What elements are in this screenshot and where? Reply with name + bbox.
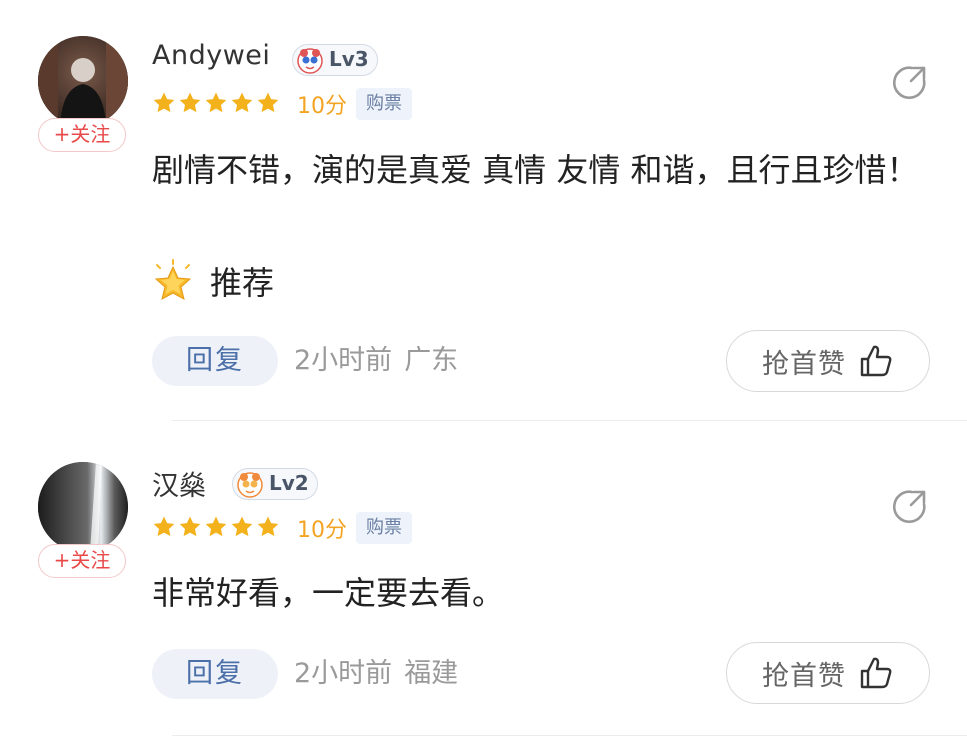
thumbs-up-icon bbox=[860, 345, 892, 377]
divider bbox=[172, 420, 967, 421]
sparkle-star-icon bbox=[154, 258, 192, 300]
location: 福建 bbox=[404, 658, 459, 689]
star-icon bbox=[205, 516, 227, 537]
reply-button[interactable]: 回复 bbox=[152, 649, 278, 699]
star-icon bbox=[153, 92, 175, 113]
star-icon bbox=[257, 516, 279, 537]
level-text: Lv2 bbox=[269, 471, 309, 495]
level-badge: Lv2 bbox=[232, 468, 318, 500]
share-icon[interactable] bbox=[890, 486, 930, 526]
recommend-line: 推荐 bbox=[152, 253, 274, 308]
mascot-badge-icon bbox=[296, 46, 324, 82]
reply-button[interactable]: 回复 bbox=[152, 336, 278, 386]
score: 10分 bbox=[297, 518, 347, 543]
star-icon bbox=[257, 92, 279, 113]
comment-text: 非常好看，一定要去看。 bbox=[152, 574, 505, 612]
comment-item: +关注 Andywei Lv3 10分 购票 剧情不错，演的是真爱 真情 友情 … bbox=[0, 0, 967, 422]
share-icon[interactable] bbox=[890, 62, 930, 102]
thumbs-up-icon bbox=[860, 657, 892, 689]
like-button[interactable]: 抢首赞 bbox=[726, 642, 930, 704]
like-button[interactable]: 抢首赞 bbox=[726, 330, 930, 392]
username[interactable]: Andywei bbox=[152, 40, 270, 71]
ticket-tag: 购票 bbox=[356, 88, 412, 120]
timestamp: 2小时前 bbox=[294, 345, 393, 376]
star-icon bbox=[179, 92, 201, 113]
like-label: 抢首赞 bbox=[762, 348, 846, 380]
location: 广东 bbox=[404, 345, 459, 376]
star-icon bbox=[231, 516, 253, 537]
avatar[interactable] bbox=[38, 36, 128, 126]
like-label: 抢首赞 bbox=[762, 660, 846, 692]
star-icon bbox=[231, 92, 253, 113]
avatar[interactable] bbox=[38, 462, 128, 552]
level-text: Lv3 bbox=[329, 47, 369, 71]
level-badge: Lv3 bbox=[292, 44, 378, 76]
comment-meta: 2小时前 广东 bbox=[294, 336, 458, 386]
rating-stars bbox=[152, 514, 282, 540]
follow-button[interactable]: +关注 bbox=[38, 118, 126, 152]
recommend-text: 推荐 bbox=[210, 263, 275, 302]
star-icon bbox=[179, 516, 201, 537]
follow-button[interactable]: +关注 bbox=[38, 544, 126, 578]
username[interactable]: 汉燊 bbox=[152, 464, 206, 503]
star-icon bbox=[153, 516, 175, 537]
comment-item: +关注 汉燊 Lv2 10分 购票 非常好看，一定要去看。 回复 2小时前 福建… bbox=[0, 424, 967, 737]
comment-meta: 2小时前 福建 bbox=[294, 649, 458, 699]
rating-stars bbox=[152, 90, 282, 116]
divider bbox=[172, 735, 967, 736]
timestamp: 2小时前 bbox=[294, 658, 393, 689]
star-icon bbox=[205, 92, 227, 113]
comment-text: 剧情不错，演的是真爱 真情 友情 和谐，且行且珍惜！ bbox=[152, 151, 919, 189]
mascot-badge-icon bbox=[236, 470, 264, 506]
ticket-tag: 购票 bbox=[356, 512, 412, 544]
score: 10分 bbox=[297, 94, 347, 119]
